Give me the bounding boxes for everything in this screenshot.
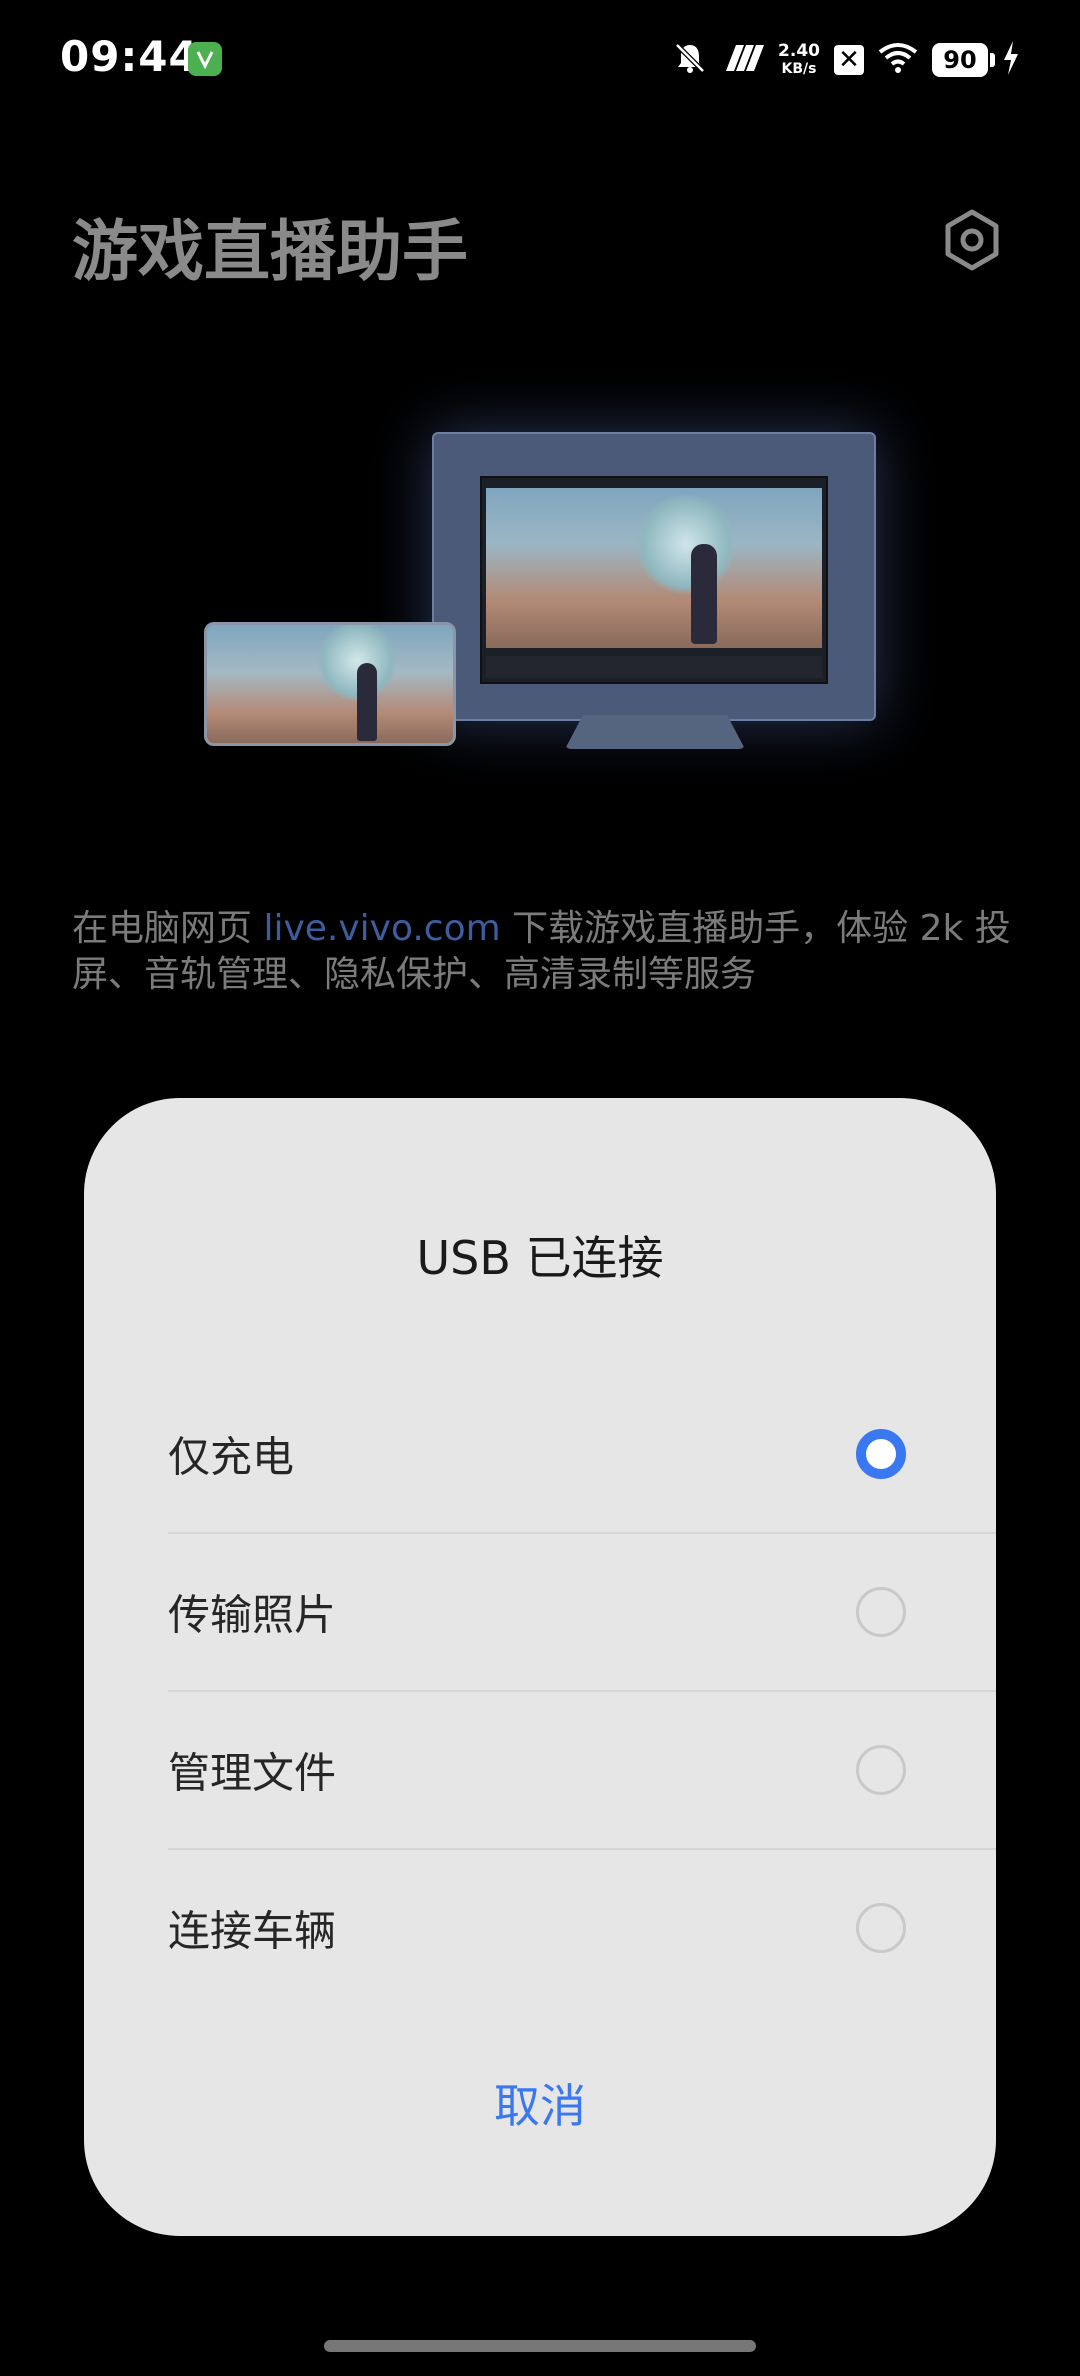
- signal-icon: [722, 43, 765, 77]
- screen: 09:44 2.40 KB/s ✕ 90 游戏直播助手 在电脑网页 live.v…: [0, 0, 1080, 2376]
- option-label: 连接车辆: [168, 1906, 337, 1956]
- option-label: 管理文件: [168, 1748, 337, 1798]
- dialog-title: USB 已连接: [416, 1231, 664, 1285]
- option-label: 传输照片: [168, 1590, 337, 1640]
- x-icon: ✕: [834, 45, 864, 75]
- battery-level: 90: [943, 46, 977, 74]
- net-speed: 2.40 KB/s: [778, 42, 820, 78]
- net-speed-value: 2.40: [778, 41, 820, 61]
- option-connect-vehicle[interactable]: 连接车辆: [168, 1850, 996, 2006]
- phone-illustration: [204, 622, 456, 746]
- radio-selected[interactable]: [856, 1429, 906, 1479]
- radio-unselected[interactable]: [856, 1903, 906, 1953]
- app-badge-icon: [188, 42, 222, 76]
- description-prefix: 在电脑网页: [72, 908, 264, 949]
- monitor-illustration: [432, 432, 876, 721]
- status-time: 09:44: [60, 32, 199, 81]
- option-charge-only[interactable]: 仅充电: [168, 1376, 996, 1534]
- gear-hexagon-icon: [945, 209, 999, 271]
- mute-bell-icon: [672, 40, 708, 80]
- option-manage-files[interactable]: 管理文件: [168, 1692, 996, 1850]
- website-link[interactable]: live.vivo.com: [263, 908, 500, 949]
- net-speed-unit: KB/s: [781, 61, 817, 77]
- radio-unselected[interactable]: [856, 1587, 906, 1637]
- usb-options-list: 仅充电 传输照片 管理文件 连接车辆: [168, 1376, 996, 2006]
- option-label: 仅充电: [168, 1432, 295, 1482]
- option-transfer-photos[interactable]: 传输照片: [168, 1534, 996, 1692]
- radio-unselected[interactable]: [856, 1745, 906, 1795]
- monitor-toolbar: [486, 656, 822, 678]
- monitor-screen: [480, 476, 828, 684]
- battery-icon: 90: [932, 43, 995, 77]
- monitor-stand: [565, 715, 745, 749]
- hero-illustration: [200, 420, 890, 760]
- charging-bolt-icon: [1002, 41, 1020, 79]
- wifi-icon: [878, 42, 918, 78]
- status-icons: 2.40 KB/s ✕ 90: [672, 38, 1020, 82]
- cancel-button[interactable]: 取消: [84, 2066, 996, 2146]
- usb-dialog: USB 已连接 仅充电 传输照片 管理文件 连接车辆 取消: [84, 1098, 996, 2236]
- description-text: 在电脑网页 live.vivo.com 下载游戏直播助手，体验 2k 投屏、音轨…: [72, 906, 1012, 998]
- game-artwork: [486, 488, 822, 648]
- status-bar: 09:44 2.40 KB/s ✕ 90: [0, 0, 1080, 120]
- page-title: 游戏直播助手: [72, 213, 468, 290]
- settings-button[interactable]: [940, 208, 1004, 272]
- home-indicator[interactable]: [324, 2340, 756, 2352]
